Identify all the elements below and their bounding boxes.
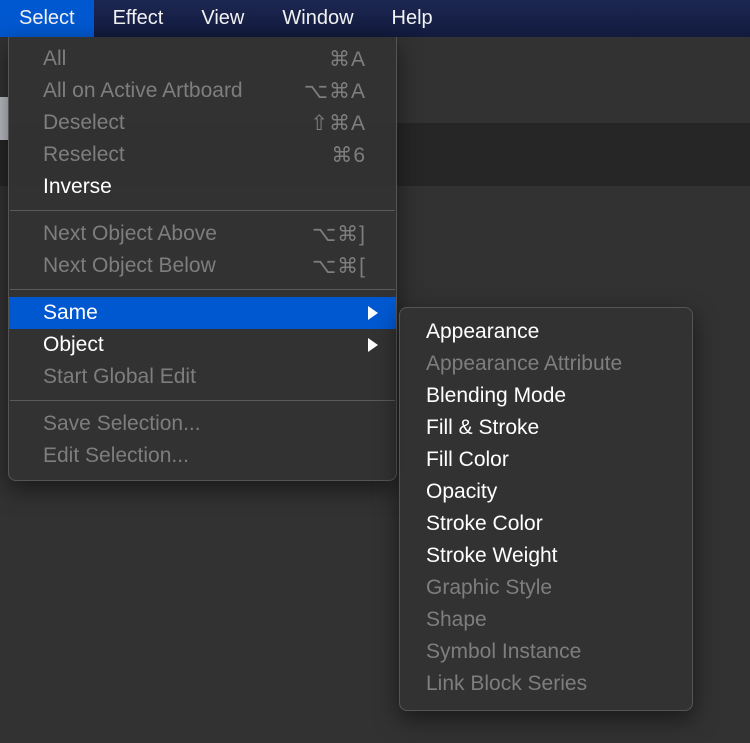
menu-item-save-selection: Save Selection...	[9, 408, 396, 440]
submenu-item-graphic-style: Graphic Style	[400, 572, 692, 604]
menu-item-shortcut: ⌥⌘A	[304, 79, 366, 104]
menu-item-all: All⌘A	[9, 43, 396, 75]
submenu-item-appearance[interactable]: Appearance	[400, 316, 692, 348]
submenu-item-label: Fill & Stroke	[426, 416, 539, 440]
menubar-item-window[interactable]: Window	[263, 0, 372, 37]
submenu-item-label: Stroke Weight	[426, 544, 558, 568]
submenu-item-stroke-weight[interactable]: Stroke Weight	[400, 540, 692, 572]
submenu-item-symbol-instance: Symbol Instance	[400, 636, 692, 668]
menubar-item-select[interactable]: Select	[0, 0, 94, 37]
menu-item-shortcut: ⌘6	[331, 143, 366, 168]
menubar-item-label: Select	[19, 7, 75, 30]
menu-item-label: Inverse	[43, 175, 366, 199]
menu-item-label: Start Global Edit	[43, 365, 366, 389]
submenu-item-label: Blending Mode	[426, 384, 566, 408]
menubar: Select Effect View Window Help	[0, 0, 750, 37]
menubar-item-label: Effect	[113, 7, 164, 30]
submenu-item-label: Fill Color	[426, 448, 509, 472]
menubar-item-view[interactable]: View	[182, 0, 263, 37]
menu-item-shortcut: ⇧⌘A	[310, 111, 366, 136]
submenu-item-link-block-series: Link Block Series	[400, 668, 692, 700]
submenu-item-stroke-color[interactable]: Stroke Color	[400, 508, 692, 540]
select-same-submenu: Appearance Appearance Attribute Blending M…	[399, 307, 693, 711]
submenu-item-label: Appearance Attribute	[426, 352, 622, 376]
submenu-item-shape: Shape	[400, 604, 692, 636]
menu-item-all-on-active-artboard: All on Active Artboard⌥⌘A	[9, 75, 396, 107]
submenu-item-opacity[interactable]: Opacity	[400, 476, 692, 508]
submenu-item-fill-color[interactable]: Fill Color	[400, 444, 692, 476]
menu-item-label: Deselect	[43, 111, 310, 135]
menu-item-object[interactable]: Object	[9, 329, 396, 361]
menu-item-label: Edit Selection...	[43, 444, 366, 468]
menu-item-label: Next Object Above	[43, 222, 312, 246]
menu-item-next-object-above: Next Object Above⌥⌘]	[9, 218, 396, 250]
menubar-item-help[interactable]: Help	[373, 0, 452, 37]
menu-item-edit-selection: Edit Selection...	[9, 440, 396, 472]
submenu-item-label: Stroke Color	[426, 512, 543, 536]
menu-item-shortcut: ⌥⌘[	[312, 254, 366, 279]
submenu-item-appearance-attribute: Appearance Attribute	[400, 348, 692, 380]
submenu-item-label: Link Block Series	[426, 672, 587, 696]
menu-separator	[10, 400, 395, 401]
menu-item-label: All on Active Artboard	[43, 79, 304, 103]
submenu-item-fill-stroke[interactable]: Fill & Stroke	[400, 412, 692, 444]
submenu-arrow-icon	[368, 306, 378, 320]
menubar-item-label: Window	[282, 7, 353, 30]
submenu-arrow-icon	[368, 338, 378, 352]
menu-item-next-object-below: Next Object Below⌥⌘[	[9, 250, 396, 282]
menu-item-label: Save Selection...	[43, 412, 366, 436]
menu-item-inverse[interactable]: Inverse	[9, 171, 396, 203]
submenu-item-label: Appearance	[426, 320, 539, 344]
menu-item-shortcut: ⌥⌘]	[312, 222, 366, 247]
submenu-item-label: Symbol Instance	[426, 640, 581, 664]
submenu-item-label: Shape	[426, 608, 487, 632]
menu-separator	[10, 289, 395, 290]
menubar-item-label: Help	[392, 7, 433, 30]
menubar-item-label: View	[201, 7, 244, 30]
menu-item-start-global-edit: Start Global Edit	[9, 361, 396, 393]
menubar-item-effect[interactable]: Effect	[94, 0, 183, 37]
submenu-item-label: Graphic Style	[426, 576, 552, 600]
menu-item-deselect: Deselect⇧⌘A	[9, 107, 396, 139]
menu-item-label: Same	[43, 301, 366, 325]
menu-item-label: Next Object Below	[43, 254, 312, 278]
select-menu-dropdown: All⌘AAll on Active Artboard⌥⌘ADeselect⇧⌘…	[8, 37, 397, 481]
menu-separator	[10, 210, 395, 211]
submenu-item-label: Opacity	[426, 480, 497, 504]
menu-item-label: Object	[43, 333, 366, 357]
menu-item-label: Reselect	[43, 143, 331, 167]
menu-item-reselect: Reselect⌘6	[9, 139, 396, 171]
submenu-item-blending-mode[interactable]: Blending Mode	[400, 380, 692, 412]
menu-item-shortcut: ⌘A	[329, 47, 366, 72]
menu-item-label: All	[43, 47, 329, 71]
menu-item-same[interactable]: Same	[9, 297, 396, 329]
